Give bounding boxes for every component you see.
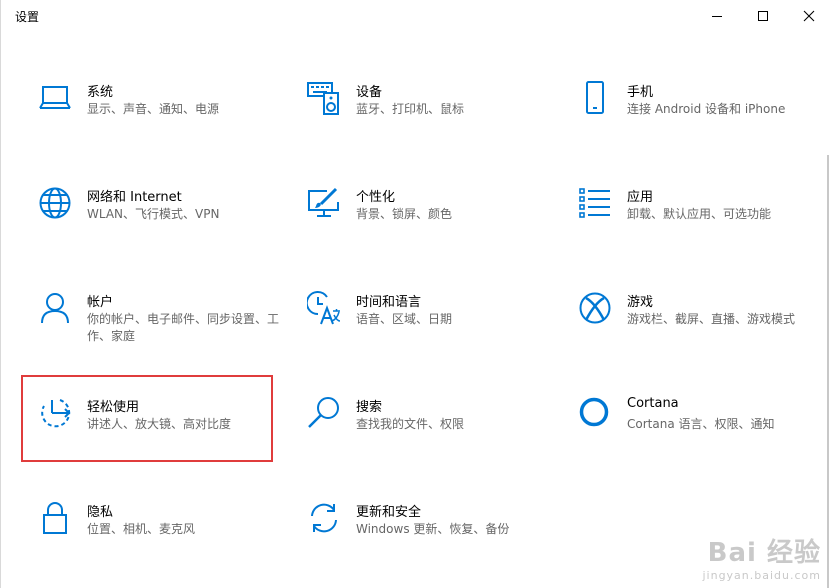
category-name: 应用 [627,190,654,205]
category-name: 时间和语言 [356,295,422,310]
category-apps[interactable]: 应用 卸载、默认应用、可选功能 [577,185,829,265]
title-bar: 设置 [1,0,829,32]
category-network[interactable]: 网络和 Internet WLAN、飞行模式、VPN [37,185,295,265]
close-icon [803,10,815,22]
phone-icon [577,80,613,116]
category-update-security[interactable]: 更新和安全 Windows 更新、恢复、备份 [306,500,564,580]
category-desc: 位置、相机、麦克风 [87,522,196,536]
sync-icon [306,500,342,536]
category-name: 设备 [356,85,383,100]
time-language-icon [306,290,342,326]
category-name: 系统 [87,85,114,100]
category-desc: Windows 更新、恢复、备份 [356,522,510,536]
keyboard-speaker-icon [306,80,342,116]
category-personalization[interactable]: 个性化 背景、锁屏、颜色 [306,185,564,265]
category-name: 帐户 [87,295,114,310]
highlight-box [21,375,273,462]
category-system[interactable]: 系统 显示、声音、通知、电源 [37,80,295,160]
window-title: 设置 [15,10,40,24]
category-search[interactable]: 搜索 查找我的文件、权限 [306,395,564,475]
apps-list-icon [577,185,613,221]
category-privacy[interactable]: 隐私 位置、相机、麦克风 [37,500,295,580]
category-name: Cortana [627,396,679,411]
category-name: 更新和安全 [356,505,422,520]
maximize-icon [758,11,768,21]
category-devices[interactable]: 设备 蓝牙、打印机、鼠标 [306,80,564,160]
close-button[interactable] [786,0,829,32]
watermark-sub: jingyan.baidu.com [702,569,821,582]
settings-window: 设置 系统 显示、声音、通知、电源 设备 蓝牙、打印机、鼠标 手机 连接 And… [0,0,829,588]
category-desc: 卸载、默认应用、可选功能 [627,207,772,221]
paint-screen-icon [306,185,342,221]
category-name: 隐私 [87,505,114,520]
category-desc: 背景、锁屏、颜色 [356,207,453,221]
lock-icon [37,500,73,536]
minimize-button[interactable] [694,0,740,32]
category-desc: 显示、声音、通知、电源 [87,102,220,116]
category-desc: 蓝牙、打印机、鼠标 [356,102,465,116]
category-desc: Cortana 语言、权限、通知 [627,417,775,431]
category-desc: 游戏栏、截屏、直播、游戏模式 [627,312,796,326]
watermark-main: Bai 经验 [707,538,821,568]
globe-icon [37,185,73,221]
category-gaming[interactable]: 游戏 游戏栏、截屏、直播、游戏模式 [577,290,829,370]
watermark: Bai 经验 jingyan.baidu.com [702,532,821,582]
category-desc: WLAN、飞行模式、VPN [87,207,220,221]
category-name: 网络和 Internet [87,190,182,205]
minimize-icon [712,16,722,17]
category-cortana[interactable]: Cortana Cortana 语言、权限、通知 [577,395,829,475]
cortana-icon [577,395,613,431]
category-desc: 查找我的文件、权限 [356,417,465,431]
category-name: 个性化 [356,190,396,205]
laptop-icon [37,80,73,116]
category-time-language[interactable]: 时间和语言 语音、区域、日期 [306,290,564,370]
category-accounts[interactable]: 帐户 你的帐户、电子邮件、同步设置、工作、家庭 [37,290,295,370]
search-icon [306,395,342,431]
category-name: 搜索 [356,400,383,415]
xbox-icon [577,290,613,326]
category-name: 游戏 [627,295,654,310]
maximize-button[interactable] [740,0,786,32]
category-name: 手机 [627,85,654,100]
category-desc: 语音、区域、日期 [356,312,453,326]
category-phone[interactable]: 手机 连接 Android 设备和 iPhone [577,80,829,160]
person-icon [37,290,73,326]
category-desc: 你的帐户、电子邮件、同步设置、工作、家庭 [87,312,280,343]
category-desc: 连接 Android 设备和 iPhone [627,102,786,116]
